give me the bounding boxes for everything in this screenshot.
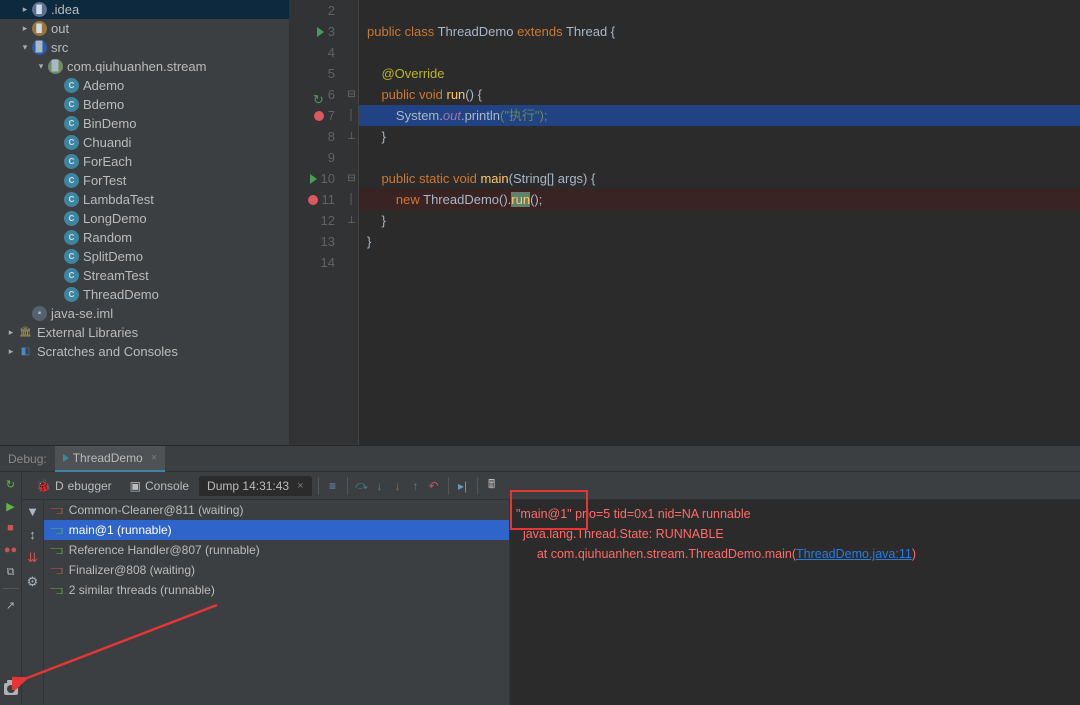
line-gutter[interactable]: 2 3 4 5 ↻6 7 8 9 10 11 12 13 14 [290,0,345,445]
bug-icon: 🐞 [36,479,51,493]
class-icon: C [64,211,79,226]
thread-run-icon: ⫎ [50,583,63,598]
folder-icon: ▉ [32,2,47,17]
file-row[interactable]: CRandom [0,228,289,247]
force-step-icon[interactable]: ↓ [390,478,406,494]
thread-row[interactable]: ⫎main@1 (runnable) [44,520,509,540]
close-icon[interactable]: × [297,480,303,492]
library-icon: 🏛 [18,325,33,340]
thread-wait-icon: ⫎ [50,563,63,578]
package-icon: ▉ [48,59,63,74]
chevron-right-icon: ▸ [18,23,32,34]
chevron-down-icon: ▾ [34,61,48,72]
class-icon: C [64,97,79,112]
scratches[interactable]: ▸ ◧ Scratches and Consoles [0,342,289,361]
file-row[interactable]: CBdemo [0,95,289,114]
external-libs[interactable]: ▸ 🏛 External Libraries [0,323,289,342]
breakpoint-icon[interactable] [314,111,324,121]
thread-row[interactable]: ⫎Finalizer@808 (waiting) [44,560,509,580]
stop-icon[interactable]: ■ [3,520,19,536]
class-icon: C [64,173,79,188]
merge-icon[interactable]: ⇊ [27,550,38,566]
annotation-arrow [12,600,222,690]
class-icon: C [64,116,79,131]
folder-idea[interactable]: ▸ ▉ .idea [0,0,289,19]
class-icon: C [64,230,79,245]
file-row[interactable]: CForEach [0,152,289,171]
file-row[interactable]: CThreadDemo [0,285,289,304]
file-row[interactable]: CLambdaTest [0,190,289,209]
file-row[interactable]: CForTest [0,171,289,190]
chevron-down-icon: ▾ [18,42,32,53]
rerun-icon[interactable]: ↻ [3,476,19,492]
chevron-right-icon: ▸ [18,4,32,15]
dump-tab[interactable]: Dump 14:31:43× [199,476,312,496]
file-iml[interactable]: ▪java-se.iml [0,304,289,323]
file-row[interactable]: CLongDemo [0,209,289,228]
run-icon[interactable] [317,27,324,37]
thread-row[interactable]: ⫎2 similar threads (runnable) [44,580,509,600]
thread-run-icon: ⫎ [50,543,63,558]
chevron-right-icon: ▸ [4,327,18,338]
config-icon[interactable]: ⚙ [27,574,39,590]
debug-label: Debug: [0,446,55,472]
console-icon: ▣ [130,479,141,493]
run-icon[interactable] [310,174,317,184]
filter-icon[interactable]: ▼ [26,504,39,519]
folder-src[interactable]: ▾ ▉ src [0,38,289,57]
file-row[interactable]: CSplitDemo [0,247,289,266]
highlight-rect [510,490,588,530]
file-row[interactable]: CAdemo [0,76,289,95]
class-icon: C [64,249,79,264]
source-folder-icon: ▉ [32,40,47,55]
scratches-icon: ◧ [18,344,33,359]
layout-icon[interactable]: ⧉ [3,564,19,580]
debugger-tab[interactable]: 🐞Debugger [28,476,120,496]
drop-frame-icon[interactable]: ↶ [426,478,442,494]
stack-trace[interactable]: "main@1" prio=5 tid=0x1 nid=NA runnable … [510,500,1080,705]
folder-out[interactable]: ▸ ▉ out [0,19,289,38]
code-editor[interactable]: 2 3 4 5 ↻6 7 8 9 10 11 12 13 14 ⊟│⊥⊟│⊥ p… [290,0,1080,445]
run-tab-icon [63,454,69,462]
step-into-icon[interactable]: ↓ [372,478,388,494]
resume-icon[interactable]: ▶ [3,498,19,514]
class-icon: C [64,78,79,93]
run-to-cursor-icon[interactable]: ▸| [455,478,471,494]
thread-wait-icon: ⫎ [50,503,63,518]
package-row[interactable]: ▾ ▉ com.qiuhuanhen.stream [0,57,289,76]
file-icon: ▪ [32,306,47,321]
thread-row[interactable]: ⫎Reference Handler@807 (runnable) [44,540,509,560]
breakpoint-icon[interactable] [308,195,318,205]
class-icon: C [64,154,79,169]
step-out-icon[interactable]: ↑ [408,478,424,494]
thread-run-icon: ⫎ [50,523,63,538]
fold-gutter[interactable]: ⊟│⊥⊟│⊥ [345,0,359,445]
folder-icon: ▉ [32,21,47,36]
thread-row[interactable]: ⫎Common-Cleaner@811 (waiting) [44,500,509,520]
file-row[interactable]: CBinDemo [0,114,289,133]
class-icon: C [64,135,79,150]
chevron-right-icon: ▸ [4,346,18,357]
class-icon: C [64,192,79,207]
source-link[interactable]: ThreadDemo.java:11 [796,547,912,561]
file-row[interactable]: CChuandi [0,133,289,152]
console-tab[interactable]: ▣Console [122,476,197,496]
project-tree[interactable]: ▸ ▉ .idea ▸ ▉ out ▾ ▉ src ▾ ▉ com.qiuhua… [0,0,290,445]
evaluate-icon[interactable]: 🖩 [484,478,500,494]
class-icon: C [64,287,79,302]
debug-tab[interactable]: ThreadDemo × [55,446,165,472]
sort-icon[interactable]: ↕ [29,527,36,542]
step-over-icon[interactable]: ⤼ [354,478,370,494]
class-icon: C [64,268,79,283]
frames-icon[interactable]: ≡ [325,478,341,494]
breakpoints-icon[interactable]: ●● [3,542,19,558]
file-row[interactable]: CStreamTest [0,266,289,285]
close-icon[interactable]: × [151,452,157,464]
